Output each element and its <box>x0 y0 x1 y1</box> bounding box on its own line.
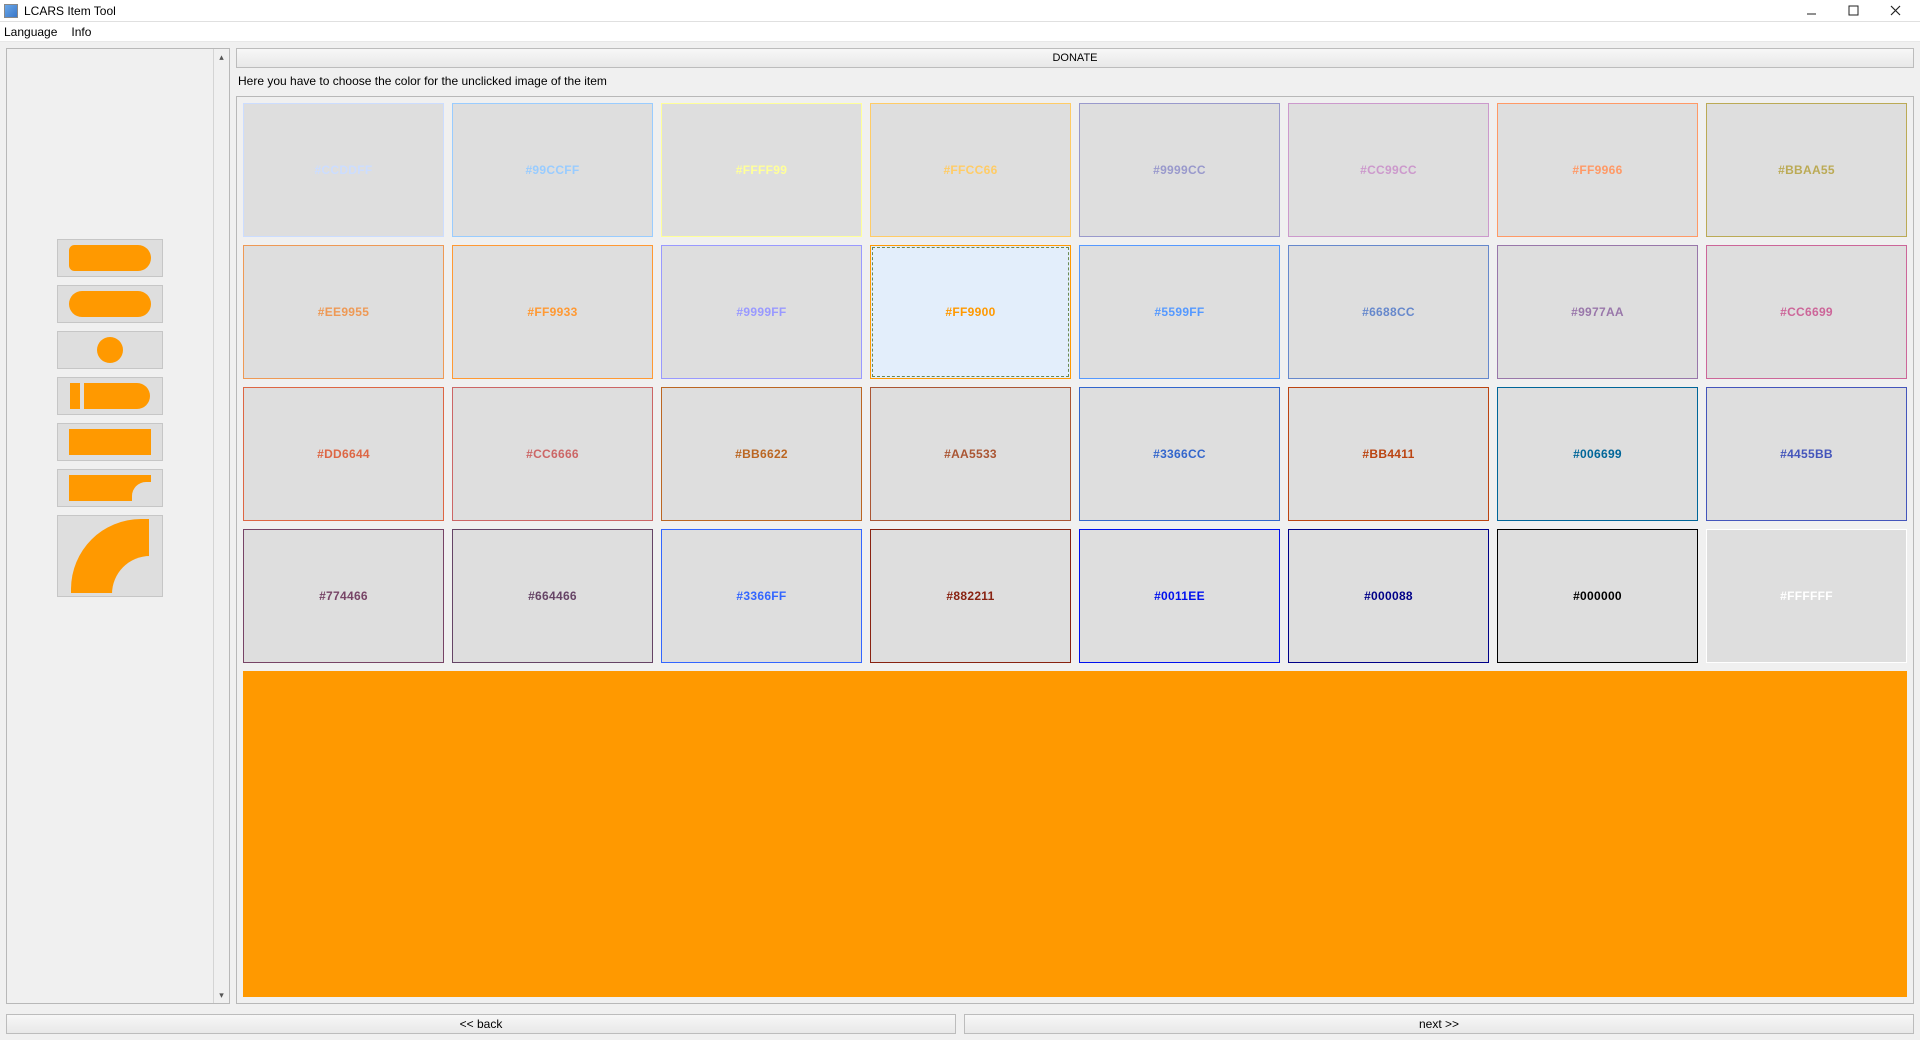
menu-language[interactable]: Language <box>4 25 57 39</box>
color-swatch[interactable]: #CC6699 <box>1706 245 1907 379</box>
color-swatch[interactable]: #FFCC66 <box>870 103 1071 237</box>
color-swatch[interactable]: #6688CC <box>1288 245 1489 379</box>
window-minimize-button[interactable] <box>1790 1 1832 21</box>
color-grid: #CCDDFF#99CCFF#FFFF99#FFCC66#9999CC#CC99… <box>243 103 1907 663</box>
back-button[interactable]: << back <box>6 1014 956 1034</box>
sidebar-scrollbar[interactable]: ▴ ▾ <box>213 49 229 1003</box>
titlebar: LCARS Item Tool <box>0 0 1920 22</box>
shape-rect[interactable] <box>57 423 163 461</box>
shape-split-pill[interactable] <box>57 377 163 415</box>
color-swatch[interactable]: #DD6644 <box>243 387 444 521</box>
preview-bar <box>243 671 1907 997</box>
color-swatch[interactable]: #CCDDFF <box>243 103 444 237</box>
donate-button[interactable]: DONATE <box>236 48 1914 68</box>
app-icon <box>4 4 18 18</box>
window-close-button[interactable] <box>1874 1 1916 21</box>
color-swatch[interactable]: #9999CC <box>1079 103 1280 237</box>
scroll-down-icon[interactable]: ▾ <box>214 987 229 1003</box>
instruction-text: Here you have to choose the color for th… <box>236 74 1914 92</box>
color-swatch[interactable]: #FF9933 <box>452 245 653 379</box>
color-panel: #CCDDFF#99CCFF#FFFF99#FFCC66#9999CC#CC99… <box>236 96 1914 1004</box>
color-swatch[interactable]: #5599FF <box>1079 245 1280 379</box>
shape-pill-full[interactable] <box>57 285 163 323</box>
color-swatch[interactable]: #0011EE <box>1079 529 1280 663</box>
content-area: DONATE Here you have to choose the color… <box>236 48 1914 1004</box>
color-swatch[interactable]: #FFFFFF <box>1706 529 1907 663</box>
color-swatch[interactable]: #BB4411 <box>1288 387 1489 521</box>
menubar: Language Info <box>0 22 1920 42</box>
color-swatch[interactable]: #3366CC <box>1079 387 1280 521</box>
color-swatch[interactable]: #AA5533 <box>870 387 1071 521</box>
sidebar: ▴ ▾ <box>6 48 230 1004</box>
main-area: ▴ ▾ DONATE Here you have to choose the c… <box>0 42 1920 1010</box>
menu-info[interactable]: Info <box>71 25 91 39</box>
next-button[interactable]: next >> <box>964 1014 1914 1034</box>
color-swatch[interactable]: #4455BB <box>1706 387 1907 521</box>
color-swatch[interactable]: #664466 <box>452 529 653 663</box>
shape-circle[interactable] <box>57 331 163 369</box>
color-swatch[interactable]: #882211 <box>870 529 1071 663</box>
shape-elbow[interactable] <box>57 515 163 597</box>
color-swatch[interactable]: #FF9966 <box>1497 103 1698 237</box>
shape-pill-right[interactable] <box>57 239 163 277</box>
shape-rect-notch[interactable] <box>57 469 163 507</box>
color-swatch[interactable]: #3366FF <box>661 529 862 663</box>
window-title: LCARS Item Tool <box>24 4 116 18</box>
color-swatch[interactable]: #CC6666 <box>452 387 653 521</box>
color-swatch[interactable]: #BB6622 <box>661 387 862 521</box>
color-swatch[interactable]: #9977AA <box>1497 245 1698 379</box>
color-swatch[interactable]: #99CCFF <box>452 103 653 237</box>
color-swatch[interactable]: #FF9900 <box>870 245 1071 379</box>
shape-list <box>7 49 213 1003</box>
color-swatch[interactable]: #FFFF99 <box>661 103 862 237</box>
color-swatch[interactable]: #EE9955 <box>243 245 444 379</box>
color-swatch[interactable]: #9999FF <box>661 245 862 379</box>
color-swatch[interactable]: #000088 <box>1288 529 1489 663</box>
color-swatch[interactable]: #774466 <box>243 529 444 663</box>
color-swatch[interactable]: #CC99CC <box>1288 103 1489 237</box>
color-swatch[interactable]: #006699 <box>1497 387 1698 521</box>
scroll-up-icon[interactable]: ▴ <box>214 49 229 65</box>
window-maximize-button[interactable] <box>1832 1 1874 21</box>
color-swatch[interactable]: #BBAA55 <box>1706 103 1907 237</box>
bottom-nav: << back next >> <box>0 1010 1920 1040</box>
color-swatch[interactable]: #000000 <box>1497 529 1698 663</box>
